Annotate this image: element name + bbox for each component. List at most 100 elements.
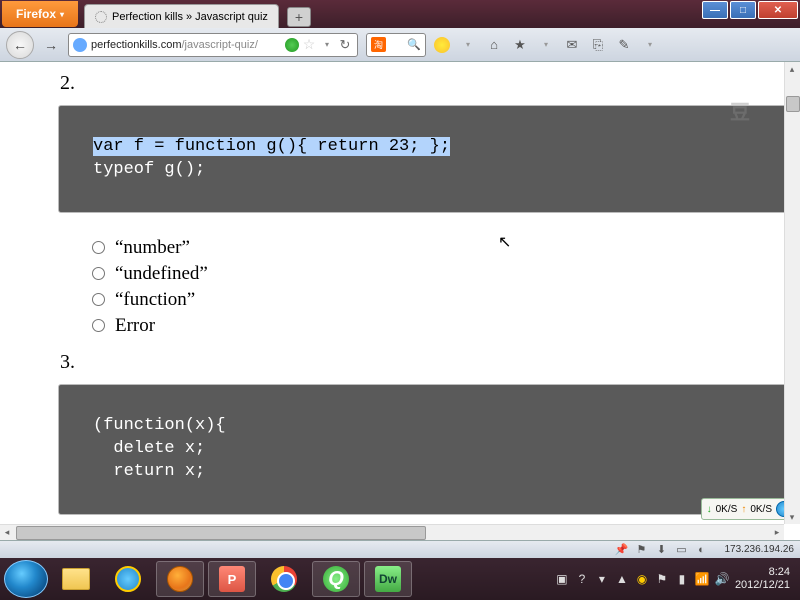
tray-security-icon[interactable]: ◉ <box>635 572 649 586</box>
taskbar-firefox[interactable] <box>156 561 204 597</box>
home-button[interactable]: ⌂ <box>484 35 504 55</box>
url-domain: perfectionkills.com <box>91 39 181 51</box>
scroll-left-arrow[interactable]: ◂ <box>0 525 14 539</box>
forward-icon: → <box>44 37 58 53</box>
addon-button[interactable]: ⎘ <box>588 35 608 55</box>
tray-volume-icon[interactable]: 🔊 <box>715 572 729 586</box>
search-box[interactable]: 淘 🔍 <box>366 33 426 57</box>
radio-number[interactable] <box>92 241 105 254</box>
url-text: perfectionkills.com/javascript-quiz/ <box>91 39 283 51</box>
question-number-3: 3. <box>60 351 800 374</box>
download-rate: 0K/S <box>716 504 738 515</box>
taskbar-clock[interactable]: 8:24 2012/12/21 <box>735 566 790 592</box>
forward-button[interactable]: → <box>38 32 64 58</box>
window-controls: — □ ✕ <box>702 1 798 19</box>
close-icon: ✕ <box>774 5 782 16</box>
clock-time: 8:24 <box>735 566 790 579</box>
download-icon[interactable]: ⬇ <box>654 543 668 557</box>
horizontal-scroll-thumb[interactable] <box>16 526 426 540</box>
pin-icon[interactable]: 📌 <box>614 543 628 557</box>
back-button[interactable]: ← <box>6 31 34 59</box>
radio-undefined[interactable] <box>92 267 105 280</box>
radio-error[interactable] <box>92 319 105 332</box>
window-titlebar: Firefox Perfection kills » Javascript qu… <box>0 0 800 28</box>
start-button[interactable] <box>4 560 48 598</box>
taskbar-ie[interactable] <box>104 561 152 597</box>
tray-help-icon[interactable]: ? <box>575 572 589 586</box>
taskbar-chrome[interactable] <box>260 561 308 597</box>
tray-chevron-icon[interactable]: ▾ <box>595 572 609 586</box>
plus-icon: + <box>295 9 303 25</box>
addon-smiley-button[interactable] <box>432 35 452 55</box>
tray-network-icon[interactable]: 📶 <box>695 572 709 586</box>
new-tab-button[interactable]: + <box>287 7 311 27</box>
vertical-scroll-thumb[interactable] <box>786 96 800 112</box>
option-number[interactable]: “number” <box>92 237 800 259</box>
explorer-icon <box>62 568 90 590</box>
url-bar[interactable]: perfectionkills.com/javascript-quiz/ ☆ ▾… <box>68 33 358 57</box>
minimize-button[interactable]: — <box>702 1 728 19</box>
flag-icon[interactable]: ⚑ <box>634 543 648 557</box>
maximize-button[interactable]: □ <box>730 1 756 19</box>
status-ip-address: 173.236.194.26 <box>724 544 794 555</box>
browser-statusbar: 📌 ⚑ ⬇ ▭ ◐ 173.236.194.26 <box>0 540 800 558</box>
powerpoint-icon: P <box>219 566 245 592</box>
tray-flag-icon[interactable]: ⚑ <box>655 572 669 586</box>
url-dropdown-icon[interactable]: ▾ <box>319 37 335 53</box>
bookmarks-button[interactable]: ★ <box>510 35 530 55</box>
firefox-icon <box>167 566 193 592</box>
clock-date: 2012/12/21 <box>735 579 790 592</box>
taskbar-dreamweaver[interactable]: Dw <box>364 561 412 597</box>
douban-watermark: 豆 <box>730 98 790 122</box>
option-label: “undefined” <box>115 263 208 285</box>
chrome-icon <box>271 566 297 592</box>
taskbar-explorer[interactable] <box>52 561 100 597</box>
code-highlighted: var f = function g(){ return 23; }; <box>93 137 450 156</box>
page-content: 豆 2. var f = function g(){ return 23; };… <box>0 62 800 540</box>
dropdown-icon[interactable]: ▾ <box>536 35 556 55</box>
scroll-up-arrow[interactable]: ▴ <box>785 62 799 76</box>
globe-icon <box>73 38 87 52</box>
tab-title: Perfection kills » Javascript quiz <box>112 11 268 23</box>
firefox-menu-label: Firefox <box>16 7 56 21</box>
dropdown-icon[interactable]: ▾ <box>640 35 660 55</box>
proxy-status-icon[interactable] <box>285 38 299 52</box>
back-icon: ← <box>13 37 27 53</box>
download-arrow-icon: ↓ <box>707 504 712 515</box>
browser-tab-active[interactable]: Perfection kills » Javascript quiz <box>84 4 279 28</box>
system-tray: ▣ ? ▾ ▲ ◉ ⚑ ▮ 📶 🔊 8:24 2012/12/21 <box>555 566 796 592</box>
scroll-down-arrow[interactable]: ▾ <box>785 510 799 524</box>
taskbar-powerpoint[interactable]: P <box>208 561 256 597</box>
windows-taskbar: P Q Dw ▣ ? ▾ ▲ ◉ ⚑ ▮ 📶 🔊 8:24 2012/12/21 <box>0 558 800 600</box>
radio-function[interactable] <box>92 293 105 306</box>
option-undefined[interactable]: “undefined” <box>92 263 800 285</box>
addon-button-2[interactable]: ✎ <box>614 35 634 55</box>
search-icon[interactable]: 🔍 <box>407 38 421 51</box>
meter-icon[interactable]: ◐ <box>694 543 708 557</box>
close-button[interactable]: ✕ <box>758 1 798 19</box>
dreamweaver-icon: Dw <box>375 566 401 592</box>
reload-button[interactable]: ↻ <box>337 37 353 53</box>
tray-app-icon[interactable]: ▣ <box>555 572 569 586</box>
screen-icon[interactable]: ▭ <box>674 543 688 557</box>
browser-toolbar: ← → perfectionkills.com/javascript-quiz/… <box>0 28 800 62</box>
bookmark-star-icon[interactable]: ☆ <box>301 37 317 53</box>
option-error[interactable]: Error <box>92 315 800 337</box>
option-function[interactable]: “function” <box>92 289 800 311</box>
option-label: Error <box>115 315 155 337</box>
question-number-2: 2. <box>60 72 800 95</box>
maximize-icon: □ <box>740 5 746 16</box>
tray-expand-icon[interactable]: ▲ <box>615 572 629 586</box>
minimize-icon: — <box>710 5 720 16</box>
smiley-icon <box>434 37 450 53</box>
code-block-q2: var f = function g(){ return 23; }; type… <box>58 105 800 213</box>
taskbar-iqiyi[interactable]: Q <box>312 561 360 597</box>
horizontal-scrollbar[interactable]: ◂ ▸ <box>0 524 784 540</box>
option-label: “number” <box>115 237 190 259</box>
vertical-scrollbar[interactable]: ▴ ▾ <box>784 62 800 524</box>
scroll-right-arrow[interactable]: ▸ <box>770 525 784 539</box>
firefox-menu-button[interactable]: Firefox <box>2 1 78 27</box>
tray-battery-icon[interactable]: ▮ <box>675 572 689 586</box>
mail-button[interactable]: ✉ <box>562 35 582 55</box>
dropdown-icon[interactable]: ▾ <box>458 35 478 55</box>
